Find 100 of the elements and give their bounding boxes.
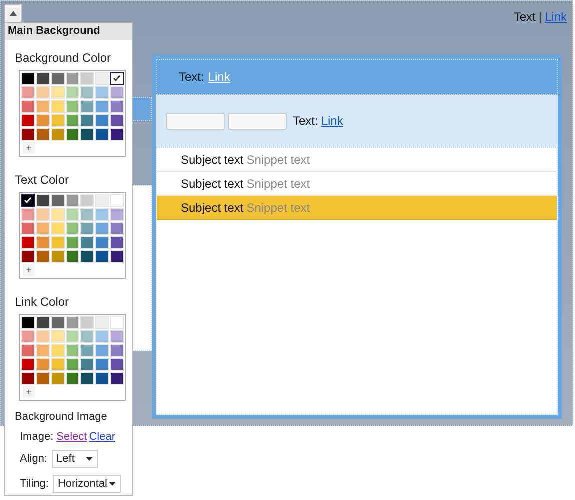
color-swatch[interactable] <box>36 344 50 357</box>
color-swatch[interactable] <box>50 344 65 357</box>
color-swatch[interactable] <box>80 208 94 221</box>
color-swatch[interactable] <box>110 114 124 127</box>
color-swatch[interactable] <box>80 372 94 385</box>
color-swatch[interactable] <box>66 372 80 385</box>
color-swatch[interactable] <box>50 86 65 99</box>
color-swatch[interactable] <box>50 72 65 85</box>
color-swatch[interactable] <box>95 86 110 99</box>
color-swatch[interactable] <box>80 330 94 343</box>
color-swatch[interactable] <box>36 194 50 207</box>
color-swatch[interactable] <box>21 250 35 263</box>
color-swatch[interactable] <box>50 194 65 207</box>
color-swatch[interactable] <box>36 100 50 113</box>
color-swatch[interactable] <box>80 72 94 85</box>
color-swatch[interactable] <box>36 372 50 385</box>
color-swatch[interactable] <box>66 208 80 221</box>
color-swatch[interactable] <box>21 372 35 385</box>
color-swatch[interactable] <box>66 236 80 249</box>
color-swatch[interactable] <box>110 344 124 357</box>
color-swatch[interactable] <box>95 128 110 141</box>
color-swatch[interactable] <box>50 208 65 221</box>
color-swatch[interactable] <box>21 222 35 235</box>
color-swatch[interactable] <box>66 100 80 113</box>
color-swatch[interactable] <box>36 222 50 235</box>
color-swatch[interactable] <box>21 72 35 85</box>
color-swatch[interactable] <box>95 114 110 127</box>
color-swatch[interactable] <box>110 330 124 343</box>
color-swatch[interactable] <box>95 72 110 85</box>
color-swatch[interactable] <box>110 100 124 113</box>
color-swatch[interactable] <box>110 372 124 385</box>
color-swatch[interactable] <box>80 194 94 207</box>
color-swatch[interactable] <box>66 358 80 371</box>
dropdown[interactable]: Horizontal <box>52 475 121 493</box>
color-swatch[interactable] <box>95 344 110 357</box>
color-swatch[interactable] <box>80 222 94 235</box>
color-swatch[interactable] <box>95 222 110 235</box>
color-swatch[interactable] <box>36 208 50 221</box>
dropdown[interactable]: Left <box>52 450 98 468</box>
color-swatch[interactable] <box>21 358 35 371</box>
color-swatch[interactable] <box>95 316 110 329</box>
color-swatch[interactable] <box>110 250 124 263</box>
add-color-button[interactable]: + <box>23 142 35 154</box>
color-swatch[interactable] <box>21 236 35 249</box>
input-field[interactable] <box>166 112 225 130</box>
color-swatch[interactable] <box>95 372 110 385</box>
color-swatch[interactable] <box>66 72 80 85</box>
add-color-button[interactable]: + <box>23 264 35 276</box>
color-swatch[interactable] <box>36 330 50 343</box>
color-swatch[interactable] <box>95 236 110 249</box>
color-swatch[interactable] <box>66 316 80 329</box>
message-row[interactable]: Subject text Snippet text <box>157 196 557 220</box>
collapse-button[interactable] <box>4 4 22 22</box>
color-swatch[interactable] <box>36 86 50 99</box>
color-swatch[interactable] <box>36 250 50 263</box>
toolbar-link[interactable]: Link <box>321 112 344 130</box>
color-swatch[interactable] <box>80 344 94 357</box>
color-swatch[interactable] <box>21 128 35 141</box>
color-swatch[interactable] <box>66 330 80 343</box>
color-swatch[interactable] <box>110 222 124 235</box>
color-swatch[interactable] <box>21 114 35 127</box>
color-swatch[interactable] <box>95 194 110 207</box>
color-swatch[interactable] <box>36 128 50 141</box>
color-swatch[interactable] <box>21 100 35 113</box>
color-swatch[interactable] <box>21 208 35 221</box>
add-color-button[interactable]: + <box>23 386 35 398</box>
select-link[interactable]: Select <box>56 428 88 445</box>
color-swatch[interactable] <box>50 330 65 343</box>
color-swatch[interactable] <box>110 316 124 329</box>
color-swatch[interactable] <box>110 358 124 371</box>
color-swatch[interactable] <box>21 344 35 357</box>
color-swatch[interactable] <box>95 358 110 371</box>
color-swatch[interactable] <box>66 114 80 127</box>
color-swatch[interactable] <box>50 250 65 263</box>
color-swatch[interactable] <box>95 208 110 221</box>
color-swatch[interactable] <box>50 236 65 249</box>
color-swatch[interactable] <box>50 316 65 329</box>
color-swatch[interactable] <box>80 358 94 371</box>
color-swatch[interactable] <box>21 86 35 99</box>
color-swatch[interactable] <box>80 250 94 263</box>
color-swatch[interactable] <box>50 222 65 235</box>
color-swatch[interactable] <box>66 250 80 263</box>
color-swatch[interactable] <box>50 100 65 113</box>
color-swatch[interactable] <box>66 86 80 99</box>
color-swatch[interactable] <box>21 330 35 343</box>
color-swatch[interactable] <box>80 100 94 113</box>
color-swatch[interactable] <box>66 194 80 207</box>
color-swatch[interactable] <box>36 316 50 329</box>
color-swatch[interactable] <box>95 250 110 263</box>
color-swatch[interactable] <box>80 128 94 141</box>
color-swatch[interactable] <box>50 358 65 371</box>
color-swatch[interactable] <box>21 194 35 207</box>
color-swatch[interactable] <box>50 128 65 141</box>
input-field[interactable] <box>228 112 287 130</box>
clear-link[interactable]: Clear <box>89 428 116 445</box>
color-swatch[interactable] <box>36 358 50 371</box>
color-swatch[interactable] <box>21 316 35 329</box>
color-swatch[interactable] <box>80 236 94 249</box>
color-swatch[interactable] <box>110 236 124 249</box>
color-swatch[interactable] <box>50 114 65 127</box>
